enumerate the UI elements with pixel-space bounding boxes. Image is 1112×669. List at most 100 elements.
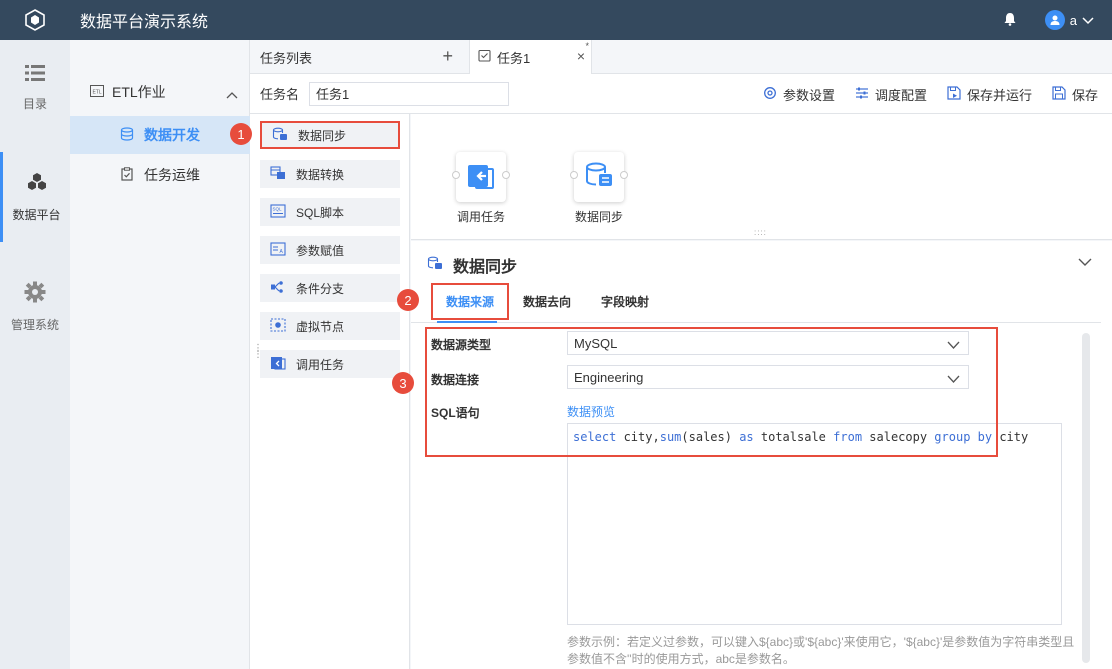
panel-resize-handle[interactable]: ⋮ ⋮ [253,344,263,360]
palette-item-sql-script[interactable]: SQL SQL脚本 [260,198,400,226]
node-input-port[interactable] [452,171,460,179]
call-task-icon [270,356,286,373]
save-run-icon [947,85,961,103]
step-badge: 2 [397,289,419,311]
node-label: 数据同步 [574,210,623,224]
rail-item-label: 数据平台 [12,208,61,222]
palette-item-label: 调用任务 [296,357,345,372]
palette-item-param-assign[interactable]: A 参数赋值 [260,236,400,264]
user-menu[interactable]: a [1044,10,1094,30]
chevron-up-icon [226,86,238,102]
tab-label: 任务1 [497,50,531,66]
rail-item-data-platform[interactable]: 数据平台 [0,152,70,242]
chevron-down-icon [1082,13,1094,28]
save-button[interactable]: 保存 [1052,85,1098,104]
nav-group-label: ETL作业 [112,84,166,100]
component-palette: 数据同步 数据转换 SQL SQL脚本 A 参数赋值 条件分支 虚拟节点 调用任 [250,114,410,669]
app-title: 数据平台演示系统 [80,14,209,31]
branch-icon [270,280,286,297]
schedule-config-button[interactable]: 调度配置 [855,85,927,104]
toolbar: 参数设置 调度配置 保存并运行 保存 [763,74,1098,114]
user-name: a [1069,12,1077,28]
clipboard-check-icon [120,166,134,184]
step-badge: 1 [230,123,252,145]
flow-canvas[interactable]: 调用任务 数据同步 :::: [411,114,1112,240]
sql-script-icon: SQL [270,203,286,221]
task-header: 任务名 任务1 参数设置 调度配置 保存并运行 保存 [250,74,1112,114]
data-sync-icon [272,127,288,144]
tab-task-list[interactable]: 任务列表 + [250,40,470,74]
rail-item-admin[interactable]: 管理系统 [0,262,70,352]
data-sync-icon [584,161,614,194]
close-tab-button[interactable]: × [577,48,585,64]
sliders-icon [855,86,869,103]
step-badge: 3 [392,372,414,394]
collapse-panel-icon[interactable] [1078,255,1092,270]
panel-header: 数据同步 [427,253,517,277]
palette-item-call-task[interactable]: 调用任务 [260,350,400,378]
node-input-port[interactable] [570,171,578,179]
highlight-box-tab [431,283,509,320]
node-output-port[interactable] [502,171,510,179]
nav-item-data-dev[interactable]: 数据开发 [70,116,250,154]
active-tab-indicator [437,321,497,323]
svg-text:SQL: SQL [273,206,283,211]
cubes-icon [26,171,48,196]
data-sync-icon [427,256,443,275]
nav-item-label: 任务运维 [144,167,200,183]
rail-item-label: 管理系统 [10,318,59,332]
call-task-icon [466,161,496,194]
palette-item-branch[interactable]: 条件分支 [260,274,400,302]
palette-item-label: 数据同步 [298,128,347,143]
rail-item-label: 目录 [22,97,47,111]
palette-item-label: SQL脚本 [296,205,345,220]
props-tabs: 数据来源 数据去向 字段映射 [411,281,1101,323]
canvas-node-call-task[interactable] [452,152,510,202]
svg-text:ETL: ETL [93,89,102,95]
tab-field-mapping[interactable]: 字段映射 [601,293,649,310]
canvas-resize-handle[interactable]: :::: [754,228,767,237]
tab-label: 任务列表 [260,50,313,66]
nav-group-etl[interactable]: ETL ETL作业 [70,74,250,110]
properties-panel: 数据同步 数据来源 数据去向 字段映射 数据源类型 MySQL 数据连接 Eng… [411,241,1112,669]
settings-icon [763,86,777,103]
data-transform-icon [270,165,286,183]
rail-item-catalog[interactable]: 目录 [0,43,70,133]
node-output-port[interactable] [620,171,628,179]
palette-item-virtual-node[interactable]: 虚拟节点 [260,312,400,340]
toolbar-label: 保存并运行 [966,87,1032,103]
database-icon [120,126,134,144]
toolbar-label: 调度配置 [874,87,927,103]
task-name-input[interactable]: 任务1 [309,81,510,106]
param-hint: 参数示例：若定义过参数，可以键入${abc}或'${abc}'来使用它，'${a… [567,635,1075,666]
top-bar: 数据平台演示系统 a [0,0,1112,40]
param-assign-icon: A [270,241,286,259]
secondary-nav: ETL ETL作业 数据开发 任务运维 [70,40,250,669]
palette-item-label: 参数赋值 [296,243,345,258]
task-name-label: 任务名 [260,87,300,102]
save-and-run-button[interactable]: 保存并运行 [947,85,1032,104]
tab-data-target[interactable]: 数据去向 [523,293,571,310]
scrollbar[interactable] [1082,333,1090,663]
tab-task1[interactable]: 任务1 × * [470,40,592,74]
etl-icon: ETL [90,84,104,101]
modified-indicator: * [585,41,589,51]
task-tab-icon [478,49,491,65]
panel-title: 数据同步 [453,259,518,276]
avatar [1044,10,1065,30]
palette-item-label: 虚拟节点 [296,319,345,334]
bell-icon[interactable] [1003,12,1017,29]
svg-text:A: A [280,249,284,255]
gear-icon [24,281,46,306]
save-icon [1052,85,1066,103]
nav-item-label: 数据开发 [144,127,200,143]
param-settings-button[interactable]: 参数设置 [763,85,835,104]
toolbar-label: 保存 [1071,87,1098,103]
palette-item-data-sync[interactable]: 数据同步 [260,121,400,149]
canvas-node-data-sync[interactable] [570,152,628,202]
palette-item-data-transform[interactable]: 数据转换 [260,160,400,188]
palette-item-label: 条件分支 [296,281,345,296]
nav-item-task-ops[interactable]: 任务运维 [70,156,250,194]
highlight-box-form [425,327,998,457]
add-task-button[interactable]: + [442,46,453,67]
